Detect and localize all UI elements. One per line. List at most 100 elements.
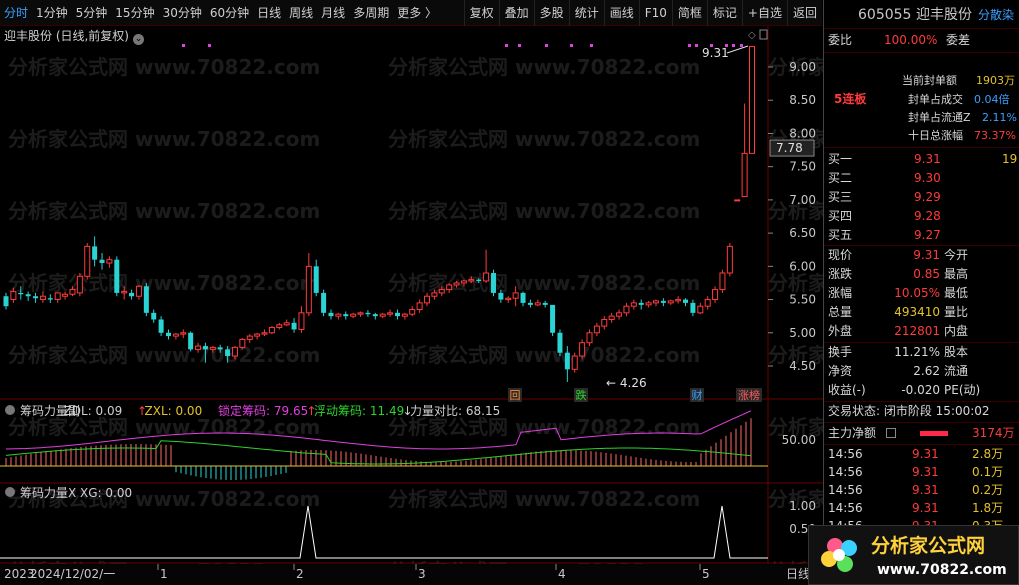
period-tab-5[interactable]: 60分钟 <box>206 0 253 26</box>
panel-icon <box>759 29 768 40</box>
limit-days: 5连板 <box>834 92 867 106</box>
seal-trade-label: 封单占成交 <box>908 93 963 106</box>
period-tabs: 分时 1分钟 5分钟 15分钟 30分钟 60分钟 日线 周线 月线 多周期 更多 〉 <box>0 0 441 26</box>
candle-body <box>734 199 741 202</box>
candle-body <box>505 297 512 301</box>
toolbar-button-9[interactable]: 返回 <box>786 0 822 26</box>
bid-price: 9.27 <box>914 228 941 242</box>
candle-body <box>246 335 253 340</box>
stat-label-2: 内盘 <box>944 324 969 338</box>
period-tab-7[interactable]: 周线 <box>285 0 317 26</box>
bid-row[interactable]: 买三 9.29 <box>824 188 1019 207</box>
price-axis-label: 8.50 <box>789 93 816 107</box>
signal-dot <box>208 44 211 47</box>
tick-price: 9.31 <box>912 465 939 479</box>
candle-body <box>165 332 171 337</box>
indicator1-axis-label: 50.00 <box>782 433 816 447</box>
candle-body <box>593 325 600 334</box>
divider <box>824 147 1019 148</box>
bid-price: 9.28 <box>914 209 941 223</box>
period-tab-0[interactable]: 分时 <box>0 0 32 26</box>
candle-body <box>652 300 659 304</box>
main-flow-value: 3174万 <box>972 426 1015 440</box>
candle-body <box>231 346 238 357</box>
stat-label-2: 最高 <box>944 267 969 281</box>
period-tab-6[interactable]: 日线 <box>253 0 285 26</box>
candle-body <box>10 291 17 301</box>
candle-body <box>372 314 378 317</box>
divider <box>824 52 1019 53</box>
toolbar-button-8[interactable]: +自选 <box>741 0 787 26</box>
candle-body <box>172 333 179 337</box>
stock-code: 605055 <box>858 7 912 23</box>
seal-amount-value: 1903万 <box>976 74 1015 87</box>
fund-value: 11.21% <box>894 345 940 359</box>
indicator1-field: 锁定筹码: 79.65 <box>218 403 308 418</box>
logo-title: 分析家公式网 <box>871 534 985 557</box>
signal-dot <box>695 44 698 47</box>
watermark-text: 分析家公式网 www.70822.com <box>388 487 700 511</box>
seal-amount-label: 当前封单额 <box>902 74 957 87</box>
period-tab-3[interactable]: 15分钟 <box>111 0 158 26</box>
price-axis-label: 4.50 <box>789 359 816 373</box>
event-badge-text: 跌 <box>576 388 587 402</box>
signal-line <box>0 505 768 559</box>
candle-body <box>712 289 719 301</box>
period-tab-2[interactable]: 5分钟 <box>72 0 112 26</box>
tick-volume: 0.1万 <box>972 465 1004 479</box>
tick-volume: 2.8万 <box>972 447 1004 461</box>
toolbar-button-7[interactable]: 标记 <box>706 0 742 26</box>
candle-body <box>3 296 9 307</box>
indicator1-field: ZDL: 0.09 <box>64 404 123 418</box>
period-tab-8[interactable]: 月线 <box>317 0 349 26</box>
bid-row[interactable]: 买二 9.30 <box>824 169 1019 188</box>
logo-url: www.70822.com <box>877 562 1007 578</box>
candle-body <box>483 272 490 282</box>
bid-row[interactable]: 买一 9.31 19 <box>824 150 1019 169</box>
tick-volume: 1.8万 <box>972 501 1004 515</box>
sector-tag[interactable]: 分散染 <box>978 4 1014 26</box>
fundamental-row: 换手 11.21% 股本 <box>824 343 1019 362</box>
stat-label-2: 最低 <box>944 286 969 300</box>
toolbar-button-4[interactable]: 画线 <box>603 0 639 26</box>
bid-label: 买五 <box>828 228 853 242</box>
candle-body <box>143 286 149 313</box>
tick-price: 9.31 <box>912 483 939 497</box>
price-axis-label: 6.50 <box>789 226 816 240</box>
stat-value: 9.31 <box>913 248 940 262</box>
low-price-label: ← 4.26 <box>606 376 647 390</box>
candle-body <box>92 246 98 260</box>
price-axis-label: 5.00 <box>789 326 816 340</box>
stat-label: 总量 <box>828 305 853 319</box>
stat-label-2: 量比 <box>944 305 969 319</box>
candle-body <box>357 312 364 315</box>
seal-trade-row: 5连板 封单占成交 0.04倍 <box>824 90 1019 109</box>
time-axis-label: 5 <box>702 567 710 581</box>
candle-body <box>114 259 120 293</box>
toolbar-button-1[interactable]: 叠加 <box>498 0 534 26</box>
candle-body <box>305 265 312 314</box>
toolbar-button-5[interactable]: F10 <box>638 0 672 26</box>
stat-row: 涨跌 0.85 最高 <box>824 265 1019 284</box>
bid-row[interactable]: 买五 9.27 <box>824 226 1019 245</box>
toolbar-button-0[interactable]: 复权 <box>463 0 499 26</box>
toolbar-button-6[interactable]: 简框 <box>671 0 707 26</box>
fund-label: 净资 <box>828 364 853 378</box>
period-tab-4[interactable]: 30分钟 <box>159 0 206 26</box>
candle-body <box>601 318 608 327</box>
stat-value: 10.05% <box>894 286 940 300</box>
candle-body <box>623 305 630 314</box>
candle-body <box>298 312 305 330</box>
list-icon[interactable] <box>886 428 896 438</box>
toolbar-button-2[interactable]: 多股 <box>533 0 569 26</box>
kline-chart[interactable]: 分析家公式网 www.70822.com 分析家公式网 www.70822.com… <box>0 26 823 585</box>
candle-body <box>387 312 394 315</box>
period-tab-10[interactable]: 更多 〉 <box>393 0 441 26</box>
period-tab-1[interactable]: 1分钟 <box>32 0 72 26</box>
bid-label: 买二 <box>828 171 853 185</box>
toolbar-button-3[interactable]: 统计 <box>568 0 604 26</box>
period-tab-9[interactable]: 多周期 <box>349 0 393 26</box>
candle-body <box>39 295 46 301</box>
candle-body <box>99 259 105 264</box>
bid-row[interactable]: 买四 9.28 <box>824 207 1019 226</box>
